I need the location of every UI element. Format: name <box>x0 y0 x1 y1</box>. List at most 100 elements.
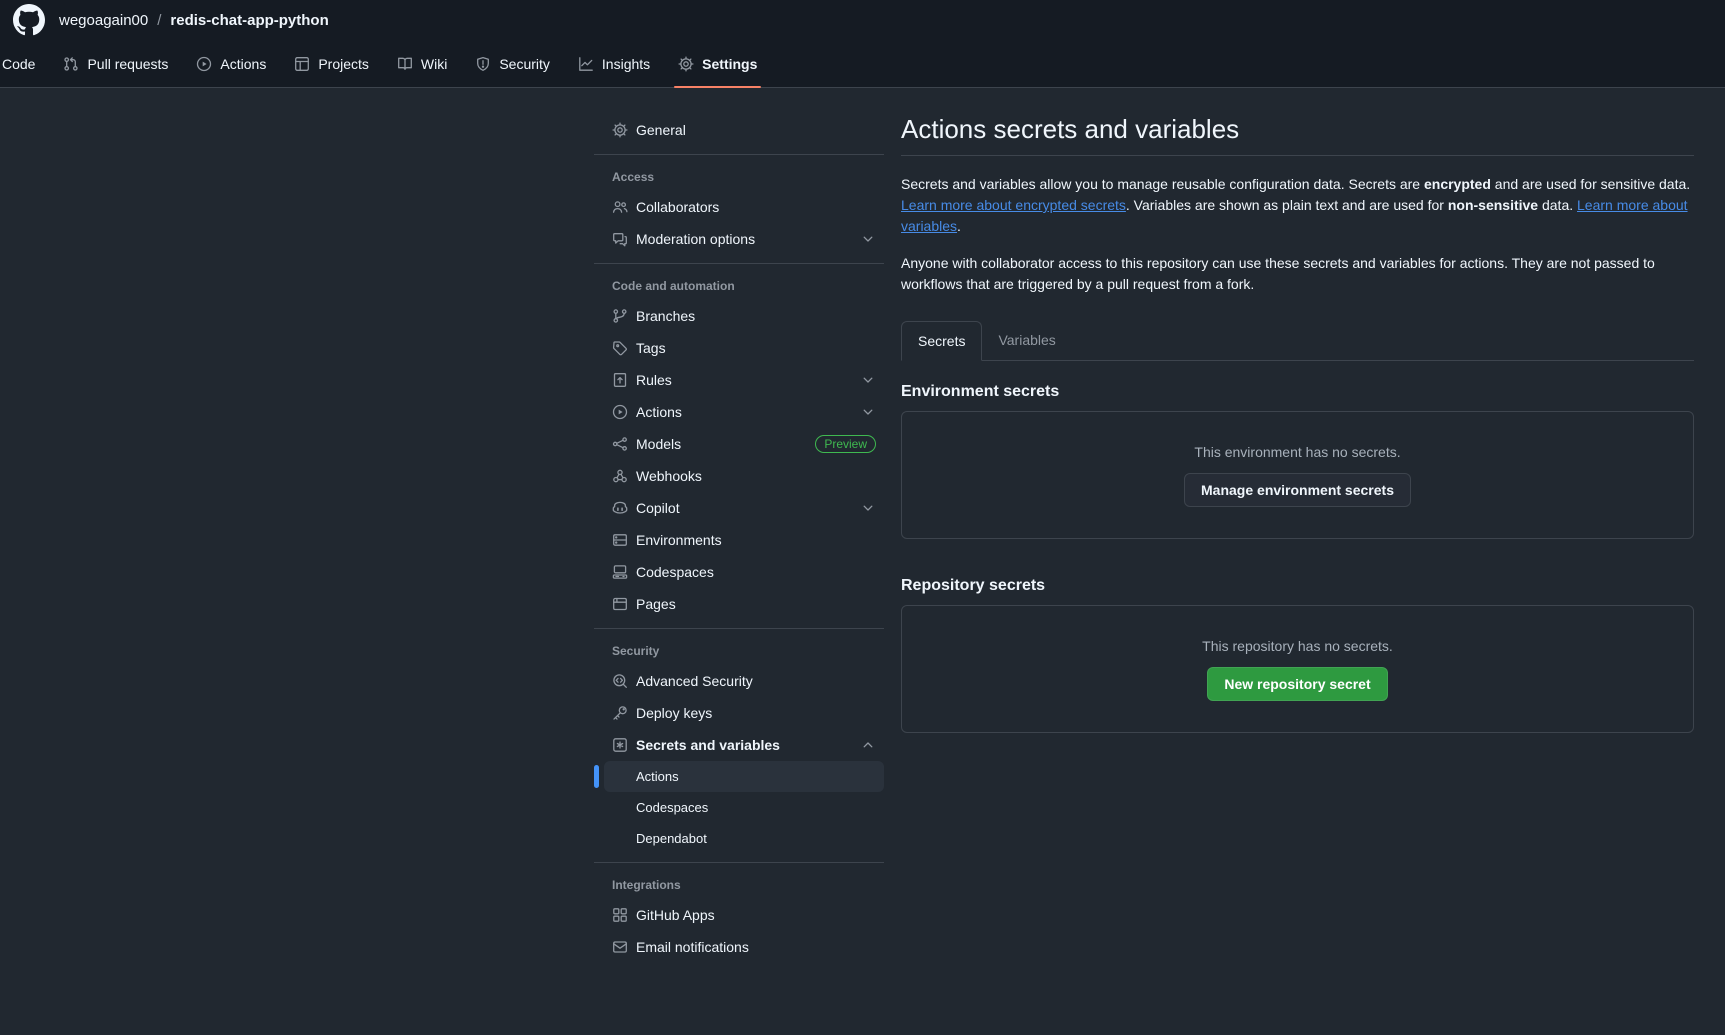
play-icon <box>612 404 628 420</box>
repo-tab-label: Projects <box>318 56 369 72</box>
repo-tab-label: Settings <box>702 56 757 72</box>
repo-tab-pull-requests[interactable]: Pull requests <box>49 40 182 87</box>
copilot-icon <box>612 500 628 516</box>
settings-sidebar: GeneralAccessCollaboratorsModeration opt… <box>594 114 884 963</box>
main-panel: Actions secrets and variables Secrets an… <box>901 114 1694 733</box>
tab-secrets[interactable]: Secrets <box>901 321 982 361</box>
sidebar-item-deploy-keys[interactable]: Deploy keys <box>604 697 884 729</box>
environment-secrets-empty-box: This environment has no secrets. Manage … <box>901 411 1694 539</box>
sidebar-divider <box>594 628 884 629</box>
sidebar-item-label: Pages <box>636 596 876 612</box>
repo-tab-projects[interactable]: Projects <box>280 40 383 87</box>
tag-icon <box>612 340 628 356</box>
sidebar-subitem-actions[interactable]: Actions <box>604 761 884 792</box>
sidebar-item-label: General <box>636 122 876 138</box>
sidebar-item-label: Models <box>636 436 807 452</box>
code-scan-icon <box>612 673 628 689</box>
repository-secrets-empty-text: This repository has no secrets. <box>1202 638 1393 654</box>
breadcrumb-separator: / <box>157 12 161 29</box>
new-repository-secret-button[interactable]: New repository secret <box>1207 667 1387 701</box>
sidebar-item-advanced-security[interactable]: Advanced Security <box>604 665 884 697</box>
repo-tab-insights[interactable]: Insights <box>564 40 664 87</box>
graph-icon <box>578 56 594 72</box>
sidebar-item-label: Deploy keys <box>636 705 876 721</box>
tab-variables[interactable]: Variables <box>982 321 1071 359</box>
sidebar-item-label: Email notifications <box>636 939 876 955</box>
preview-badge: Preview <box>815 435 876 453</box>
sidebar-divider <box>594 154 884 155</box>
git-pull-request-icon <box>63 56 79 72</box>
intro-text: and are used for sensitive data. <box>1491 176 1690 192</box>
gear-icon <box>678 56 694 72</box>
sidebar-item-tags[interactable]: Tags <box>604 332 884 364</box>
chevron-down-icon <box>860 500 876 516</box>
sidebar-item-label: Advanced Security <box>636 673 876 689</box>
sidebar-item-actions[interactable]: Actions <box>604 396 884 428</box>
link-encrypted-secrets[interactable]: Learn more about encrypted secrets <box>901 197 1126 213</box>
sidebar-item-copilot[interactable]: Copilot <box>604 492 884 524</box>
repo-tab-code[interactable]: Code <box>0 40 49 87</box>
repo-tab-settings[interactable]: Settings <box>664 40 771 87</box>
repo-nav-tabs: Code Pull requests Actions Projects Wiki Secu… <box>0 40 1725 87</box>
sidebar-item-moderation-options[interactable]: Moderation options <box>604 223 884 255</box>
sidebar-item-general[interactable]: General <box>604 114 884 146</box>
repo-tab-label: Security <box>499 56 550 72</box>
sidebar-item-label: Branches <box>636 308 876 324</box>
repo-tab-wiki[interactable]: Wiki <box>383 40 461 87</box>
sidebar-item-email-notifications[interactable]: Email notifications <box>604 931 884 963</box>
intro: Secrets and variables allow you to manag… <box>901 174 1694 295</box>
repo-tab-label: Pull requests <box>87 56 168 72</box>
manage-environment-secrets-button[interactable]: Manage environment secrets <box>1184 473 1411 507</box>
sidebar-item-pages[interactable]: Pages <box>604 588 884 620</box>
sidebar-item-webhooks[interactable]: Webhooks <box>604 460 884 492</box>
github-logo-icon[interactable] <box>12 4 45 37</box>
model-icon <box>612 436 628 452</box>
breadcrumb-repo[interactable]: redis-chat-app-python <box>170 12 328 29</box>
sidebar-item-label: Rules <box>636 372 852 388</box>
codespaces-icon <box>612 564 628 580</box>
repo-tab-label: Insights <box>602 56 650 72</box>
sidebar-item-label: Copilot <box>636 500 852 516</box>
sidebar-section-header-security: Security <box>594 637 884 665</box>
secret-icon <box>612 737 628 753</box>
repo-tab-actions[interactable]: Actions <box>182 40 280 87</box>
repository-secrets-empty-box: This repository has no secrets. New repo… <box>901 605 1694 733</box>
intro-text: data. <box>1538 197 1577 213</box>
sidebar-item-rules[interactable]: Rules <box>604 364 884 396</box>
sidebar-section-header-integrations: Integrations <box>594 871 884 899</box>
page-title-wrap: Actions secrets and variables <box>901 114 1694 156</box>
sidebar-item-label: Webhooks <box>636 468 876 484</box>
intro-text: Secrets and variables allow you to manag… <box>901 176 1424 192</box>
comment-discussion-icon <box>612 231 628 247</box>
repo-tab-security[interactable]: Security <box>461 40 564 87</box>
sidebar-item-collaborators[interactable]: Collaborators <box>604 191 884 223</box>
environment-secrets-empty-text: This environment has no secrets. <box>1194 444 1400 460</box>
sidebar-item-label: Environments <box>636 532 876 548</box>
sidebar-item-models[interactable]: Models Preview <box>604 428 884 460</box>
sidebar-item-secrets-and-variables[interactable]: Secrets and variables <box>604 729 884 761</box>
sidebar-item-branches[interactable]: Branches <box>604 300 884 332</box>
sidebar-divider <box>594 263 884 264</box>
sidebar-item-codespaces[interactable]: Codespaces <box>604 556 884 588</box>
repo-tab-label: Code <box>2 56 35 72</box>
webhook-icon <box>612 468 628 484</box>
repository-secrets-section: Repository secrets This repository has n… <box>901 577 1694 733</box>
people-icon <box>612 199 628 215</box>
sidebar-item-github-apps[interactable]: GitHub Apps <box>604 899 884 931</box>
breadcrumb-owner[interactable]: wegoagain00 <box>59 12 148 29</box>
sidebar-subitem-dependabot[interactable]: Dependabot <box>604 823 884 854</box>
sidebar-item-environments[interactable]: Environments <box>604 524 884 556</box>
secrets-variables-tabnav: SecretsVariables <box>901 321 1694 361</box>
sidebar-item-label: Codespaces <box>636 564 876 580</box>
settings-content: GeneralAccessCollaboratorsModeration opt… <box>0 88 1725 963</box>
server-icon <box>612 532 628 548</box>
sidebar-subitem-codespaces[interactable]: Codespaces <box>604 792 884 823</box>
play-icon <box>196 56 212 72</box>
chevron-down-icon <box>860 404 876 420</box>
sidebar-section-header-code-and-automation: Code and automation <box>594 272 884 300</box>
chevron-down-icon <box>860 231 876 247</box>
repository-secrets-heading: Repository secrets <box>901 577 1694 595</box>
apps-icon <box>612 907 628 923</box>
repo-nav: Code Pull requests Actions Projects Wiki Secu… <box>0 40 1725 88</box>
sidebar-item-label: Collaborators <box>636 199 876 215</box>
